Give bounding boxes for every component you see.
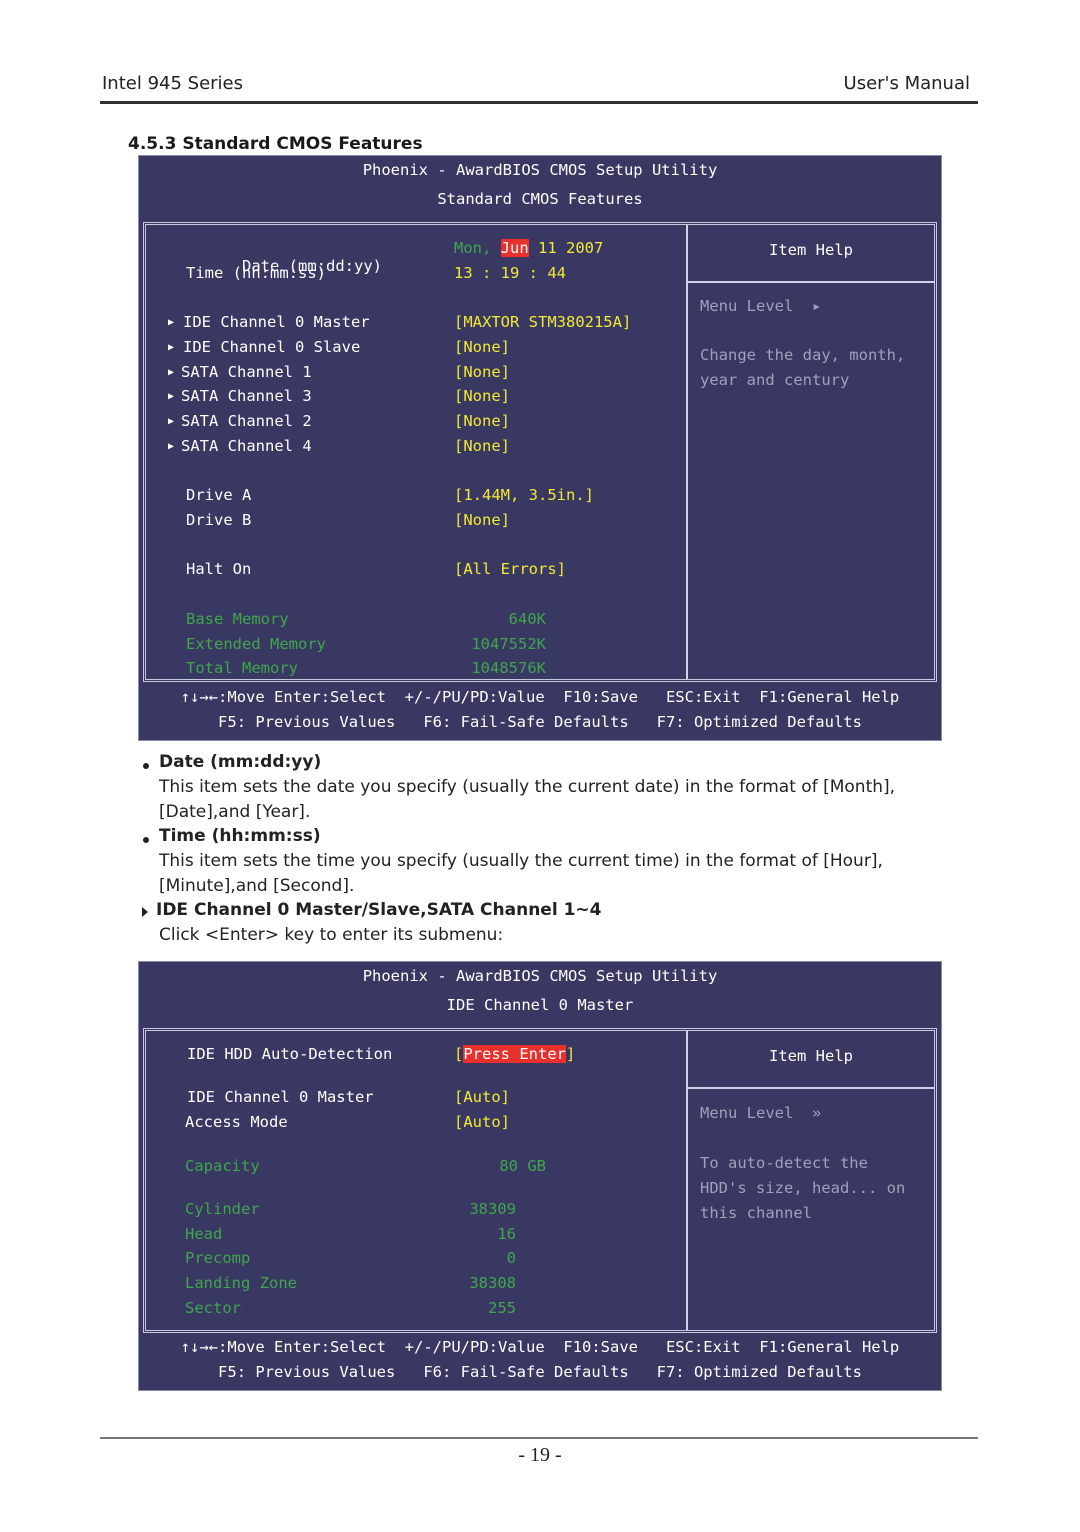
autodetect-label: IDE HDD Auto-Detection bbox=[187, 1045, 393, 1063]
bullet-icon bbox=[143, 763, 149, 769]
access-mode-value[interactable]: [Auto] bbox=[454, 1113, 510, 1131]
autodetect-value[interactable]: [Press Enter] bbox=[454, 1045, 575, 1063]
submenu-sata-4[interactable]: SATA Channel 4 bbox=[181, 437, 312, 455]
ide-heading: IDE Channel 0 Master/Slave,SATA Channel … bbox=[156, 900, 602, 920]
footer-keys-line1: ↑↓→←:Move Enter:Select +/-/PU/PD:Value F… bbox=[180, 688, 900, 706]
item-help-text: Change the day, month, year and century bbox=[700, 346, 906, 389]
halt-on-value[interactable]: [All Errors] bbox=[454, 560, 566, 578]
ide-description: Click <Enter> key to enter its submenu: bbox=[159, 925, 504, 945]
drive-a-label: Drive A bbox=[186, 486, 252, 504]
footer-rule bbox=[100, 1437, 978, 1439]
date-description-1: This item sets the date you specify (usu… bbox=[159, 777, 896, 797]
total-memory-value: 1048576K bbox=[471, 659, 546, 677]
bios-title: Phoenix - AwardBIOS CMOS Setup Utility bbox=[362, 161, 718, 179]
submenu-ide-master-value: [MAXTOR STM380215A] bbox=[454, 313, 632, 331]
cylinder-label: Cylinder bbox=[185, 1200, 260, 1218]
submenu-arrow-icon: ▶ bbox=[168, 317, 175, 328]
sector-label: Sector bbox=[185, 1299, 241, 1317]
ide-channel-label: IDE Channel 0 Master bbox=[187, 1088, 374, 1106]
bios-titlebar: Phoenix - AwardBIOS CMOS Setup Utility I… bbox=[139, 962, 941, 1028]
bios-subtitle: Standard CMOS Features bbox=[437, 190, 643, 208]
section-title: 4.5.3 Standard CMOS Features bbox=[128, 134, 423, 154]
time-description-1: This item sets the time you specify (usu… bbox=[159, 851, 883, 871]
time-label: Time (hh:mm:ss) bbox=[186, 264, 326, 282]
date-day-year: 11 2007 bbox=[528, 239, 604, 257]
base-memory-value: 640K bbox=[508, 610, 546, 628]
footer-keys-line1: ↑↓→←:Move Enter:Select +/-/PU/PD:Value F… bbox=[180, 1338, 900, 1356]
bios-footer: ↑↓→←:Move Enter:Select +/-/PU/PD:Value F… bbox=[139, 682, 941, 740]
drive-a-value[interactable]: [1.44M, 3.5in.] bbox=[454, 486, 594, 504]
drive-b-label: Drive B bbox=[186, 511, 252, 529]
date-value[interactable]: Mon, Jun 11 2007 bbox=[454, 239, 603, 257]
submenu-ide-slave-value: [None] bbox=[454, 338, 510, 356]
press-enter-selected[interactable]: Press Enter bbox=[463, 1045, 566, 1063]
bracket-close: ] bbox=[566, 1045, 576, 1063]
submenu-arrow-icon: ▶ bbox=[168, 342, 175, 353]
item-help-heading: Item Help bbox=[688, 1031, 934, 1089]
item-help-panel: Item Help Menu Level » To auto-detect th… bbox=[686, 1031, 934, 1330]
submenu-sata-3-value: [None] bbox=[454, 387, 510, 405]
date-description-2: [Date],and [Year]. bbox=[159, 802, 311, 822]
bios-subtitle: IDE Channel 0 Master bbox=[446, 996, 634, 1014]
halt-on-label: Halt On bbox=[186, 560, 252, 578]
submenu-sata-1[interactable]: SATA Channel 1 bbox=[181, 363, 312, 381]
time-value[interactable]: 13 : 19 : 44 bbox=[454, 264, 566, 282]
head-value: 16 bbox=[497, 1225, 516, 1243]
bios-title: Phoenix - AwardBIOS CMOS Setup Utility bbox=[362, 967, 718, 985]
head-label: Head bbox=[185, 1225, 223, 1243]
submenu-ide-master[interactable]: IDE Channel 0 Master bbox=[183, 313, 370, 331]
item-help-text: To auto-detect the HDD's size, head... o… bbox=[700, 1154, 906, 1222]
submenu-sata-3[interactable]: SATA Channel 3 bbox=[181, 387, 312, 405]
bios-screen-standard-cmos: Phoenix - AwardBIOS CMOS Setup Utility S… bbox=[138, 155, 942, 741]
page-header-left: Intel 945 Series bbox=[102, 73, 244, 94]
drive-b-value[interactable]: [None] bbox=[454, 511, 510, 529]
time-heading: Time (hh:mm:ss) bbox=[159, 826, 321, 846]
bullet-icon bbox=[143, 837, 149, 843]
submenu-sata-4-value: [None] bbox=[454, 437, 510, 455]
page-number: - 19 - bbox=[518, 1444, 562, 1466]
date-day: Mon, bbox=[454, 239, 492, 257]
base-memory-label: Base Memory bbox=[186, 610, 289, 628]
triangle-right-icon bbox=[142, 907, 148, 917]
bios-body: IDE HDD Auto-Detection [Press Enter] IDE… bbox=[143, 1028, 937, 1333]
bracket-open: [ bbox=[454, 1045, 464, 1063]
precomp-label: Precomp bbox=[185, 1249, 251, 1267]
footer-keys-line2: F5: Previous Values F6: Fail-Safe Defaul… bbox=[218, 713, 862, 731]
footer-keys-line2: F5: Previous Values F6: Fail-Safe Defaul… bbox=[218, 1363, 862, 1381]
header-rule bbox=[100, 101, 978, 104]
extended-memory-label: Extended Memory bbox=[186, 635, 326, 653]
submenu-arrow-icon: ▶ bbox=[168, 367, 175, 378]
menu-level: Menu Level » bbox=[700, 1104, 822, 1122]
submenu-sata-1-value: [None] bbox=[454, 363, 510, 381]
time-description-2: [Minute],and [Second]. bbox=[159, 876, 355, 896]
date-heading: Date (mm:dd:yy) bbox=[159, 752, 322, 772]
sector-value: 255 bbox=[488, 1299, 516, 1317]
submenu-sata-2-value: [None] bbox=[454, 412, 510, 430]
access-mode-label: Access Mode bbox=[185, 1113, 288, 1131]
menu-level: Menu Level ▸ bbox=[700, 297, 822, 315]
bios-screen-ide-master: Phoenix - AwardBIOS CMOS Setup Utility I… bbox=[138, 961, 942, 1391]
item-help-heading: Item Help bbox=[688, 225, 934, 283]
submenu-arrow-icon: ▶ bbox=[168, 441, 175, 452]
capacity-label: Capacity bbox=[185, 1157, 260, 1175]
landing-zone-label: Landing Zone bbox=[185, 1274, 297, 1292]
date-month-selected[interactable]: Jun bbox=[500, 239, 529, 257]
bios-titlebar: Phoenix - AwardBIOS CMOS Setup Utility S… bbox=[139, 156, 941, 222]
landing-zone-value: 38308 bbox=[469, 1274, 516, 1292]
item-help-panel: Item Help Menu Level ▸ Change the day, m… bbox=[686, 225, 934, 679]
total-memory-label: Total Memory bbox=[186, 659, 298, 677]
cylinder-value: 38309 bbox=[469, 1200, 516, 1218]
submenu-sata-2[interactable]: SATA Channel 2 bbox=[181, 412, 312, 430]
bios-footer: ↑↓→←:Move Enter:Select +/-/PU/PD:Value F… bbox=[139, 1332, 941, 1390]
precomp-value: 0 bbox=[506, 1249, 516, 1267]
submenu-arrow-icon: ▶ bbox=[168, 391, 175, 402]
extended-memory-value: 1047552K bbox=[471, 635, 546, 653]
page-header-right: User's Manual bbox=[843, 73, 970, 94]
submenu-ide-slave[interactable]: IDE Channel 0 Slave bbox=[183, 338, 360, 356]
bios-body: Date (mm:dd:yy) Mon, Jun 11 2007 Time (h… bbox=[143, 222, 937, 682]
capacity-value: 80 GB bbox=[499, 1157, 546, 1175]
submenu-arrow-icon: ▶ bbox=[168, 416, 175, 427]
ide-channel-value[interactable]: [Auto] bbox=[454, 1088, 510, 1106]
